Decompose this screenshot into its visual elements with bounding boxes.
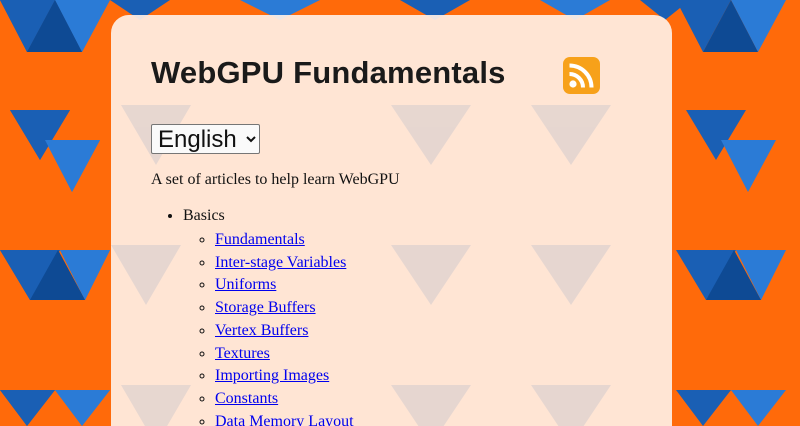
rss-feed-icon[interactable] — [563, 57, 600, 94]
list-item: Fundamentals — [215, 229, 354, 252]
toc-link-storage-buffers[interactable]: Storage Buffers — [215, 299, 316, 316]
toc-section-label: Basics — [183, 207, 225, 224]
toc-link-inter-stage-variables[interactable]: Inter-stage Variables — [215, 254, 346, 271]
list-item: Vertex Buffers — [215, 320, 354, 343]
toc-link-constants[interactable]: Constants — [215, 390, 278, 407]
table-of-contents: Basics Fundamentals Inter-stage Variable… — [151, 207, 354, 426]
toc-link-textures[interactable]: Textures — [215, 345, 270, 362]
list-item: Data Memory Layout — [215, 411, 354, 426]
toc-link-uniforms[interactable]: Uniforms — [215, 276, 276, 293]
site-description: A set of articles to help learn WebGPU — [151, 171, 400, 188]
list-item: Inter-stage Variables — [215, 252, 354, 275]
toc-link-data-memory-layout[interactable]: Data Memory Layout — [215, 413, 354, 426]
list-item: Storage Buffers — [215, 297, 354, 320]
list-item: Uniforms — [215, 274, 354, 297]
toc-article-list: Fundamentals Inter-stage Variables Unifo… — [183, 229, 354, 426]
toc-link-fundamentals[interactable]: Fundamentals — [215, 231, 305, 248]
toc-section-basics: Basics Fundamentals Inter-stage Variable… — [183, 207, 354, 426]
list-item: Importing Images — [215, 365, 354, 388]
page-title: WebGPU Fundamentals — [151, 55, 506, 90]
content-card: WebGPU Fundamentals English A set of art… — [111, 15, 672, 426]
toc-link-importing-images[interactable]: Importing Images — [215, 367, 329, 384]
list-item: Textures — [215, 343, 354, 366]
list-item: Constants — [215, 388, 354, 411]
toc-link-vertex-buffers[interactable]: Vertex Buffers — [215, 322, 308, 339]
language-select[interactable]: English — [151, 124, 260, 154]
